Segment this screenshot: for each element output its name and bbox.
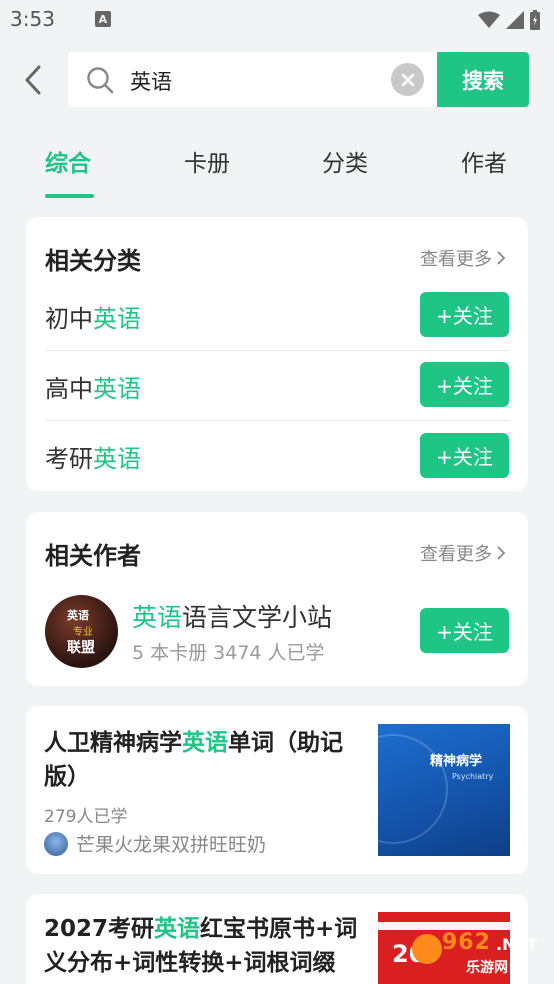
category-name: 考研英语	[45, 445, 141, 473]
card-title: 相关作者	[45, 542, 141, 570]
status-time: 3:53	[10, 7, 55, 31]
card-title: 相关分类	[45, 247, 141, 275]
follow-button[interactable]: +关注	[420, 292, 509, 337]
deck-card[interactable]: 人卫精神病学英语单词（助记版） 279人已学 芒果火龙果双拼旺旺奶 精神病学 P…	[26, 706, 528, 874]
search-button[interactable]: 搜索	[437, 52, 529, 107]
follow-button[interactable]: +关注	[420, 608, 509, 653]
tab-authors[interactable]: 作者	[461, 144, 507, 178]
author-name[interactable]: 英语语言文学小站	[132, 598, 332, 634]
search-input[interactable]: 英语	[68, 52, 438, 107]
deck-author: 芒果火龙果双拼旺旺奶	[44, 830, 266, 857]
chevron-right-icon	[497, 546, 506, 560]
follow-button[interactable]: +关注	[420, 362, 509, 407]
wifi-icon	[478, 11, 500, 28]
deck-title: 人卫精神病学英语单词（助记版）	[44, 730, 343, 790]
tab-overview[interactable]: 综合	[45, 144, 91, 178]
watermark-logo: 962 .NET 乐游网	[408, 930, 548, 980]
category-name: 初中英语	[45, 305, 141, 333]
clear-icon[interactable]	[391, 63, 424, 96]
chevron-right-icon	[497, 251, 506, 265]
back-arrow-icon[interactable]	[20, 64, 48, 96]
category-row[interactable]: 初中英语 +关注	[45, 281, 509, 351]
category-name: 高中英语	[45, 375, 141, 403]
follow-button[interactable]: +关注	[420, 433, 509, 478]
avatar	[44, 831, 68, 856]
view-more-label: 查看更多	[420, 544, 492, 565]
tab-bar: 综合 卡册 分类 作者	[0, 140, 554, 200]
deck-title: 2027考研英语红宝书原书+词义分布+词性转换+词根词缀+柯林	[44, 916, 358, 976]
search-query: 英语	[130, 70, 172, 94]
tab-categories[interactable]: 分类	[322, 144, 368, 178]
notification-icon: A	[94, 11, 111, 27]
search-bar: 英语 搜索	[0, 52, 554, 108]
battery-icon	[530, 10, 540, 30]
search-icon	[87, 67, 114, 94]
related-authors-card: 相关作者 查看更多 英语 专业 联盟 英语语言文学小站 5 本卡册 3474 人…	[26, 512, 528, 686]
related-categories-card: 相关分类 查看更多 初中英语 +关注 高中英语 +关注 考研英语 +关注	[26, 217, 528, 491]
category-row[interactable]: 考研英语 +关注	[45, 421, 509, 491]
author-stats: 5 本卡册 3474 人已学	[132, 642, 325, 664]
status-icons	[478, 10, 540, 30]
avatar[interactable]: 英语 专业 联盟	[45, 595, 118, 668]
deck-cover-image: 精神病学 Psychiatry	[338, 724, 510, 856]
signal-icon	[506, 11, 524, 29]
view-more-link[interactable]: 查看更多	[420, 540, 506, 566]
tab-decks[interactable]: 卡册	[184, 144, 230, 178]
view-more-label: 查看更多	[420, 249, 492, 270]
view-more-link[interactable]: 查看更多	[420, 245, 506, 271]
category-row[interactable]: 高中英语 +关注	[45, 351, 509, 421]
status-bar: 3:53 A	[0, 0, 554, 38]
active-tab-indicator	[45, 194, 94, 198]
learner-count: 279人已学	[44, 807, 128, 827]
